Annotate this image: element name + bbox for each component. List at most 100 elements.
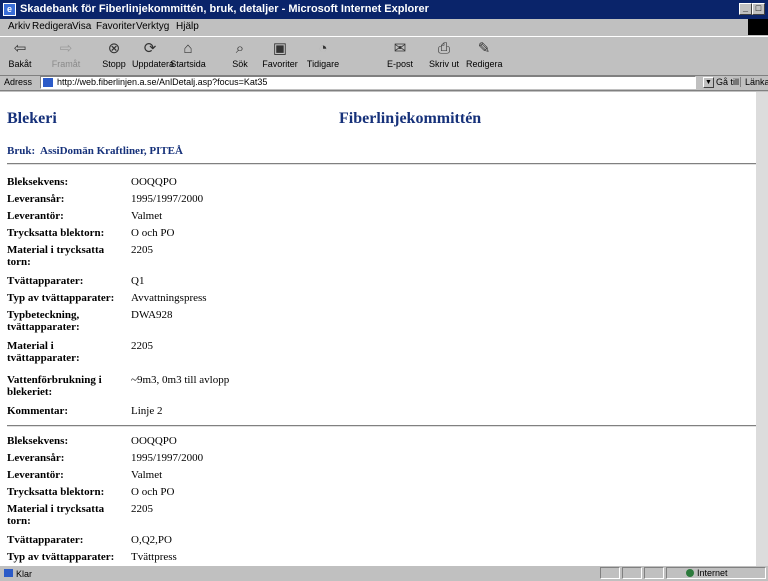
forward-arrow-icon: ⇨ bbox=[59, 40, 73, 57]
row-value: OOQQPO bbox=[131, 176, 177, 188]
menu-bar: Arkiv Redigera Visa Favoriter Verktyg Hj… bbox=[0, 19, 768, 35]
home-button[interactable]: ⌂ Startsida bbox=[170, 39, 206, 73]
row-value: DWA928 bbox=[131, 309, 173, 321]
ie-logo-icon: e bbox=[3, 3, 16, 16]
search-button[interactable]: ⌕ Sök bbox=[222, 39, 258, 73]
edit-label: Redigera bbox=[466, 59, 503, 69]
row-label: Trycksatta blektorn: bbox=[7, 486, 105, 498]
row-value: Valmet bbox=[131, 469, 163, 481]
title-bar: e Skadebank för Fiberlinjekommittén, bru… bbox=[0, 0, 768, 19]
row-label: Bleksekvens: bbox=[7, 176, 69, 188]
address-dropdown-icon[interactable]: ▼ bbox=[703, 77, 714, 88]
row-label: Leverantör: bbox=[7, 469, 64, 481]
history-label: Tidigare bbox=[306, 59, 340, 69]
refresh-label: Uppdatera bbox=[132, 59, 175, 69]
edit-button[interactable]: ✎ Redigera bbox=[466, 39, 503, 73]
links-button[interactable]: Länkar bbox=[740, 77, 768, 87]
row-label: Leveransår: bbox=[7, 193, 65, 205]
windows-logo-icon bbox=[748, 19, 768, 35]
status-cell bbox=[600, 567, 620, 579]
row-value: 1995/1997/2000 bbox=[131, 452, 204, 464]
refresh-button[interactable]: ⟳ Uppdatera bbox=[132, 39, 174, 73]
favorites-label: Favoriter bbox=[262, 59, 298, 69]
row-value: Q1 bbox=[131, 275, 145, 287]
page-content: Blekeri Fiberlinjekommittén Bruk: AssiDo… bbox=[0, 92, 768, 566]
bruk-line: Bruk: AssiDomän Kraftliner, PITEÅ bbox=[7, 145, 183, 157]
home-label: Startsida bbox=[170, 59, 206, 69]
vertical-scrollbar[interactable] bbox=[756, 92, 768, 566]
stop-label: Stopp bbox=[102, 59, 126, 69]
maximize-icon[interactable]: □ bbox=[752, 3, 765, 15]
address-url: http://web.fiberlinjen.a.se/AnlDetalj.as… bbox=[57, 77, 268, 87]
globe-icon bbox=[686, 569, 694, 577]
row-value: 2205 bbox=[131, 244, 153, 256]
row-label: Leverantör: bbox=[7, 210, 64, 222]
mail-label: E-post bbox=[386, 59, 413, 69]
row-label: Typbeteckning, tvättapparater: bbox=[7, 309, 80, 333]
forward-label: Framåt bbox=[51, 59, 81, 69]
back-button[interactable]: ⇦ Bakåt bbox=[2, 39, 38, 73]
row-label: Leveransår: bbox=[7, 452, 65, 464]
row-label: Material i trycksatta torn: bbox=[7, 503, 105, 527]
status-cell bbox=[622, 567, 642, 579]
page-title-blekeri: Blekeri bbox=[7, 110, 57, 127]
menu-item-redigera[interactable]: Redigera bbox=[32, 21, 73, 32]
favorites-icon: ▣ bbox=[272, 40, 288, 57]
stop-icon: ⊗ bbox=[107, 40, 121, 57]
row-label: Kommentar: bbox=[7, 405, 69, 417]
row-value: Linje 2 bbox=[131, 405, 163, 417]
menu-item-arkiv[interactable]: Arkiv bbox=[8, 21, 30, 32]
bruk-value: AssiDomän Kraftliner, PITEÅ bbox=[40, 145, 183, 157]
status-bar: Klar Internet bbox=[0, 566, 768, 581]
page-title-committee: Fiberlinjekommittén bbox=[339, 110, 482, 127]
edit-icon: ✎ bbox=[477, 40, 491, 57]
home-icon: ⌂ bbox=[183, 40, 193, 57]
row-label: Material i trycksatta torn: bbox=[7, 244, 105, 268]
window-title: Skadebank för Fiberlinjekommittén, bruk,… bbox=[20, 3, 429, 15]
row-label: Typ av tvättapparater: bbox=[7, 292, 115, 304]
row-label: Tvättapparater: bbox=[7, 275, 84, 287]
back-arrow-icon: ⇦ bbox=[13, 40, 27, 57]
address-bar: Adress http://web.fiberlinjen.a.se/AnlDe… bbox=[0, 75, 768, 91]
row-value: 1995/1997/2000 bbox=[131, 193, 204, 205]
address-input[interactable]: http://web.fiberlinjen.a.se/AnlDetalj.as… bbox=[40, 76, 696, 89]
mail-button[interactable]: ✉ E-post bbox=[382, 39, 418, 73]
refresh-icon: ⟳ bbox=[143, 40, 157, 57]
menu-item-hjalp[interactable]: Hjälp bbox=[176, 21, 199, 32]
stop-button[interactable]: ⊗ Stopp bbox=[96, 39, 132, 73]
print-button[interactable]: ⎙ Skriv ut bbox=[426, 39, 462, 73]
status-text: Klar bbox=[16, 569, 33, 579]
mail-icon: ✉ bbox=[393, 40, 407, 57]
row-label: Material i tvättapparater: bbox=[7, 340, 80, 364]
status-zone-label: Internet bbox=[697, 568, 728, 578]
row-value: O och PO bbox=[131, 227, 175, 239]
status-cell bbox=[644, 567, 664, 579]
row-value: Tvättpress bbox=[131, 551, 177, 563]
forward-button[interactable]: ⇨ Framåt bbox=[48, 39, 84, 73]
row-value: Valmet bbox=[131, 210, 163, 222]
print-label: Skriv ut bbox=[428, 59, 459, 69]
row-value: 2205 bbox=[131, 503, 153, 515]
row-label: Vattenförbrukning i blekeriet: bbox=[7, 374, 102, 398]
menu-item-verktyg[interactable]: Verktyg bbox=[136, 21, 169, 32]
browser-window: e Skadebank för Fiberlinjekommittén, bru… bbox=[0, 0, 768, 581]
search-icon: ⌕ bbox=[235, 40, 245, 57]
toolbar: ⇦ Bakåt ⇨ Framåt ⊗ Stopp ⟳ Uppdatera ⌂ S… bbox=[0, 36, 768, 76]
row-label: Tvättapparater: bbox=[7, 534, 84, 546]
go-button[interactable]: Gå till bbox=[716, 77, 739, 87]
minimize-icon[interactable]: _ bbox=[739, 3, 752, 15]
row-label: Typ av tvättapparater: bbox=[7, 551, 115, 563]
favorites-button[interactable]: ▣ Favoriter bbox=[262, 39, 298, 73]
row-label: Bleksekvens: bbox=[7, 435, 69, 447]
divider-1 bbox=[7, 163, 764, 165]
row-label: Trycksatta blektorn: bbox=[7, 227, 105, 239]
history-button[interactable]: ◔ Tidigare bbox=[305, 39, 341, 73]
menu-item-visa[interactable]: Visa bbox=[72, 21, 91, 32]
menu-item-favoriter[interactable]: Favoriter bbox=[96, 21, 135, 32]
page-icon bbox=[43, 78, 53, 87]
divider-2 bbox=[7, 425, 764, 427]
bruk-label: Bruk: bbox=[7, 145, 36, 157]
status-zone: Internet bbox=[686, 568, 728, 578]
address-label: Adress bbox=[4, 77, 33, 87]
status-page-icon bbox=[4, 569, 13, 577]
